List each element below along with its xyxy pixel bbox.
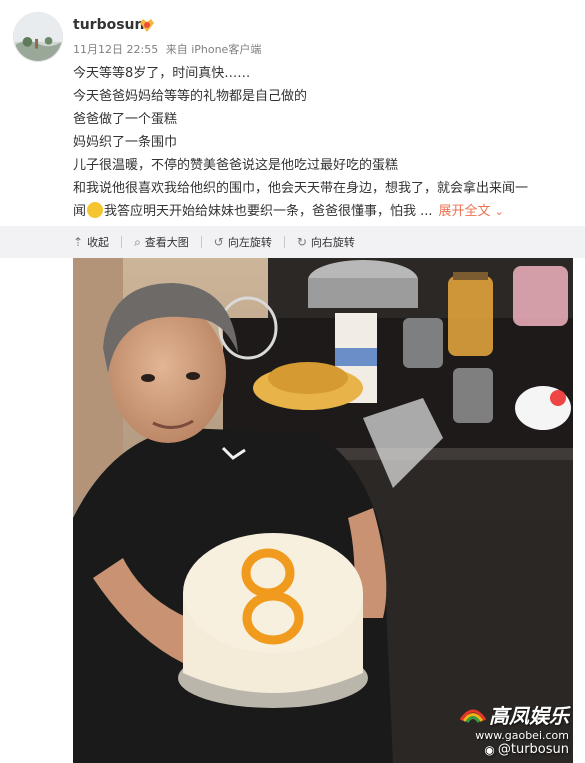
rotate-left-icon: ↺ [213,235,224,249]
watermark: 高凤娱乐 www.gaobei.com ◉ @turbosun [460,700,569,757]
emoji-icon [87,202,104,218]
brand-logo-icon [460,709,486,723]
watermark-url: www.gaobei.com [475,729,569,742]
rotate-right-button[interactable]: ↻ 向右旋转 [297,234,355,250]
watermark-handle-row: ◉ @turbosun [460,742,569,757]
divider [121,236,123,248]
divider [283,236,285,248]
rotate-left-button[interactable]: ↺ 向左旋转 [214,234,272,250]
text-fragment: 闻 [73,204,87,219]
expand-full-text-link[interactable]: 展开全文 [439,204,491,219]
post-source[interactable]: 来自 iPhone客户端 [166,43,262,56]
rotate-right-label: 向右旋转 [310,236,355,249]
watermark-logo-row: 高凤娱乐 [460,700,569,729]
watermark-handle: @turbosun [497,742,569,757]
divider [200,236,202,248]
collapse-label: 收起 [87,236,110,249]
post-meta: 11月12日 22:55 来自 iPhone客户端 [73,41,261,57]
avatar[interactable] [13,12,63,62]
text-line: 今天等等8岁了，时间真快…… [73,66,251,81]
text-fragment: 我答应明天开始给妹妹也要织一条，爸爸很懂事，怕我 ... [104,204,433,219]
text-line: 闻 我答应明天开始给妹妹也要织一条，爸爸很懂事，怕我 ... 展开全文 ⌄ [73,200,573,223]
post-photo[interactable] [73,258,573,763]
rotate-left-label: 向左旋转 [227,236,272,249]
text-line: 和我说他很喜欢我给他织的围巾，他会天天带在身边，想我了，就会拿出来闻一 [73,181,529,196]
image-action-bar: ⇡ 收起 ⌕ 查看大图 ↺ 向左旋转 ↻ 向右旋转 [0,226,585,258]
text-line: 儿子很温暖，不停的赞美爸爸说这是他吃过最好吃的蛋糕 [73,158,399,173]
weibo-post: turbosun 11月12日 22:55 来自 iPhone客户端 今天等等8… [0,0,585,763]
watermark-brand: 高凤娱乐 [489,704,569,728]
chevron-down-icon[interactable]: ⌄ [495,205,504,218]
magnifier-icon: ⌕ [134,234,141,249]
text-line: 妈妈织了一条围巾 [73,135,178,150]
weibo-logo-icon: ◉ [484,742,495,757]
arrow-up-icon: ⇡ [73,235,84,249]
collapse-button[interactable]: ⇡ 收起 [73,234,109,250]
vip-badge-icon [140,19,154,32]
text-line: 爸爸做了一个蛋糕 [73,112,178,127]
text-line: 今天爸爸妈妈给等等的礼物都是自己做的 [73,89,308,104]
view-large-button[interactable]: ⌕ 查看大图 [134,234,189,250]
username[interactable]: turbosun [73,17,144,33]
post-text: 今天等等8岁了，时间真快…… 今天爸爸妈妈给等等的礼物都是自己做的 爸爸做了一个… [73,62,573,223]
rotate-right-icon: ↻ [296,235,307,249]
post-time[interactable]: 11月12日 22:55 [73,43,158,56]
view-large-label: 查看大图 [144,236,189,249]
